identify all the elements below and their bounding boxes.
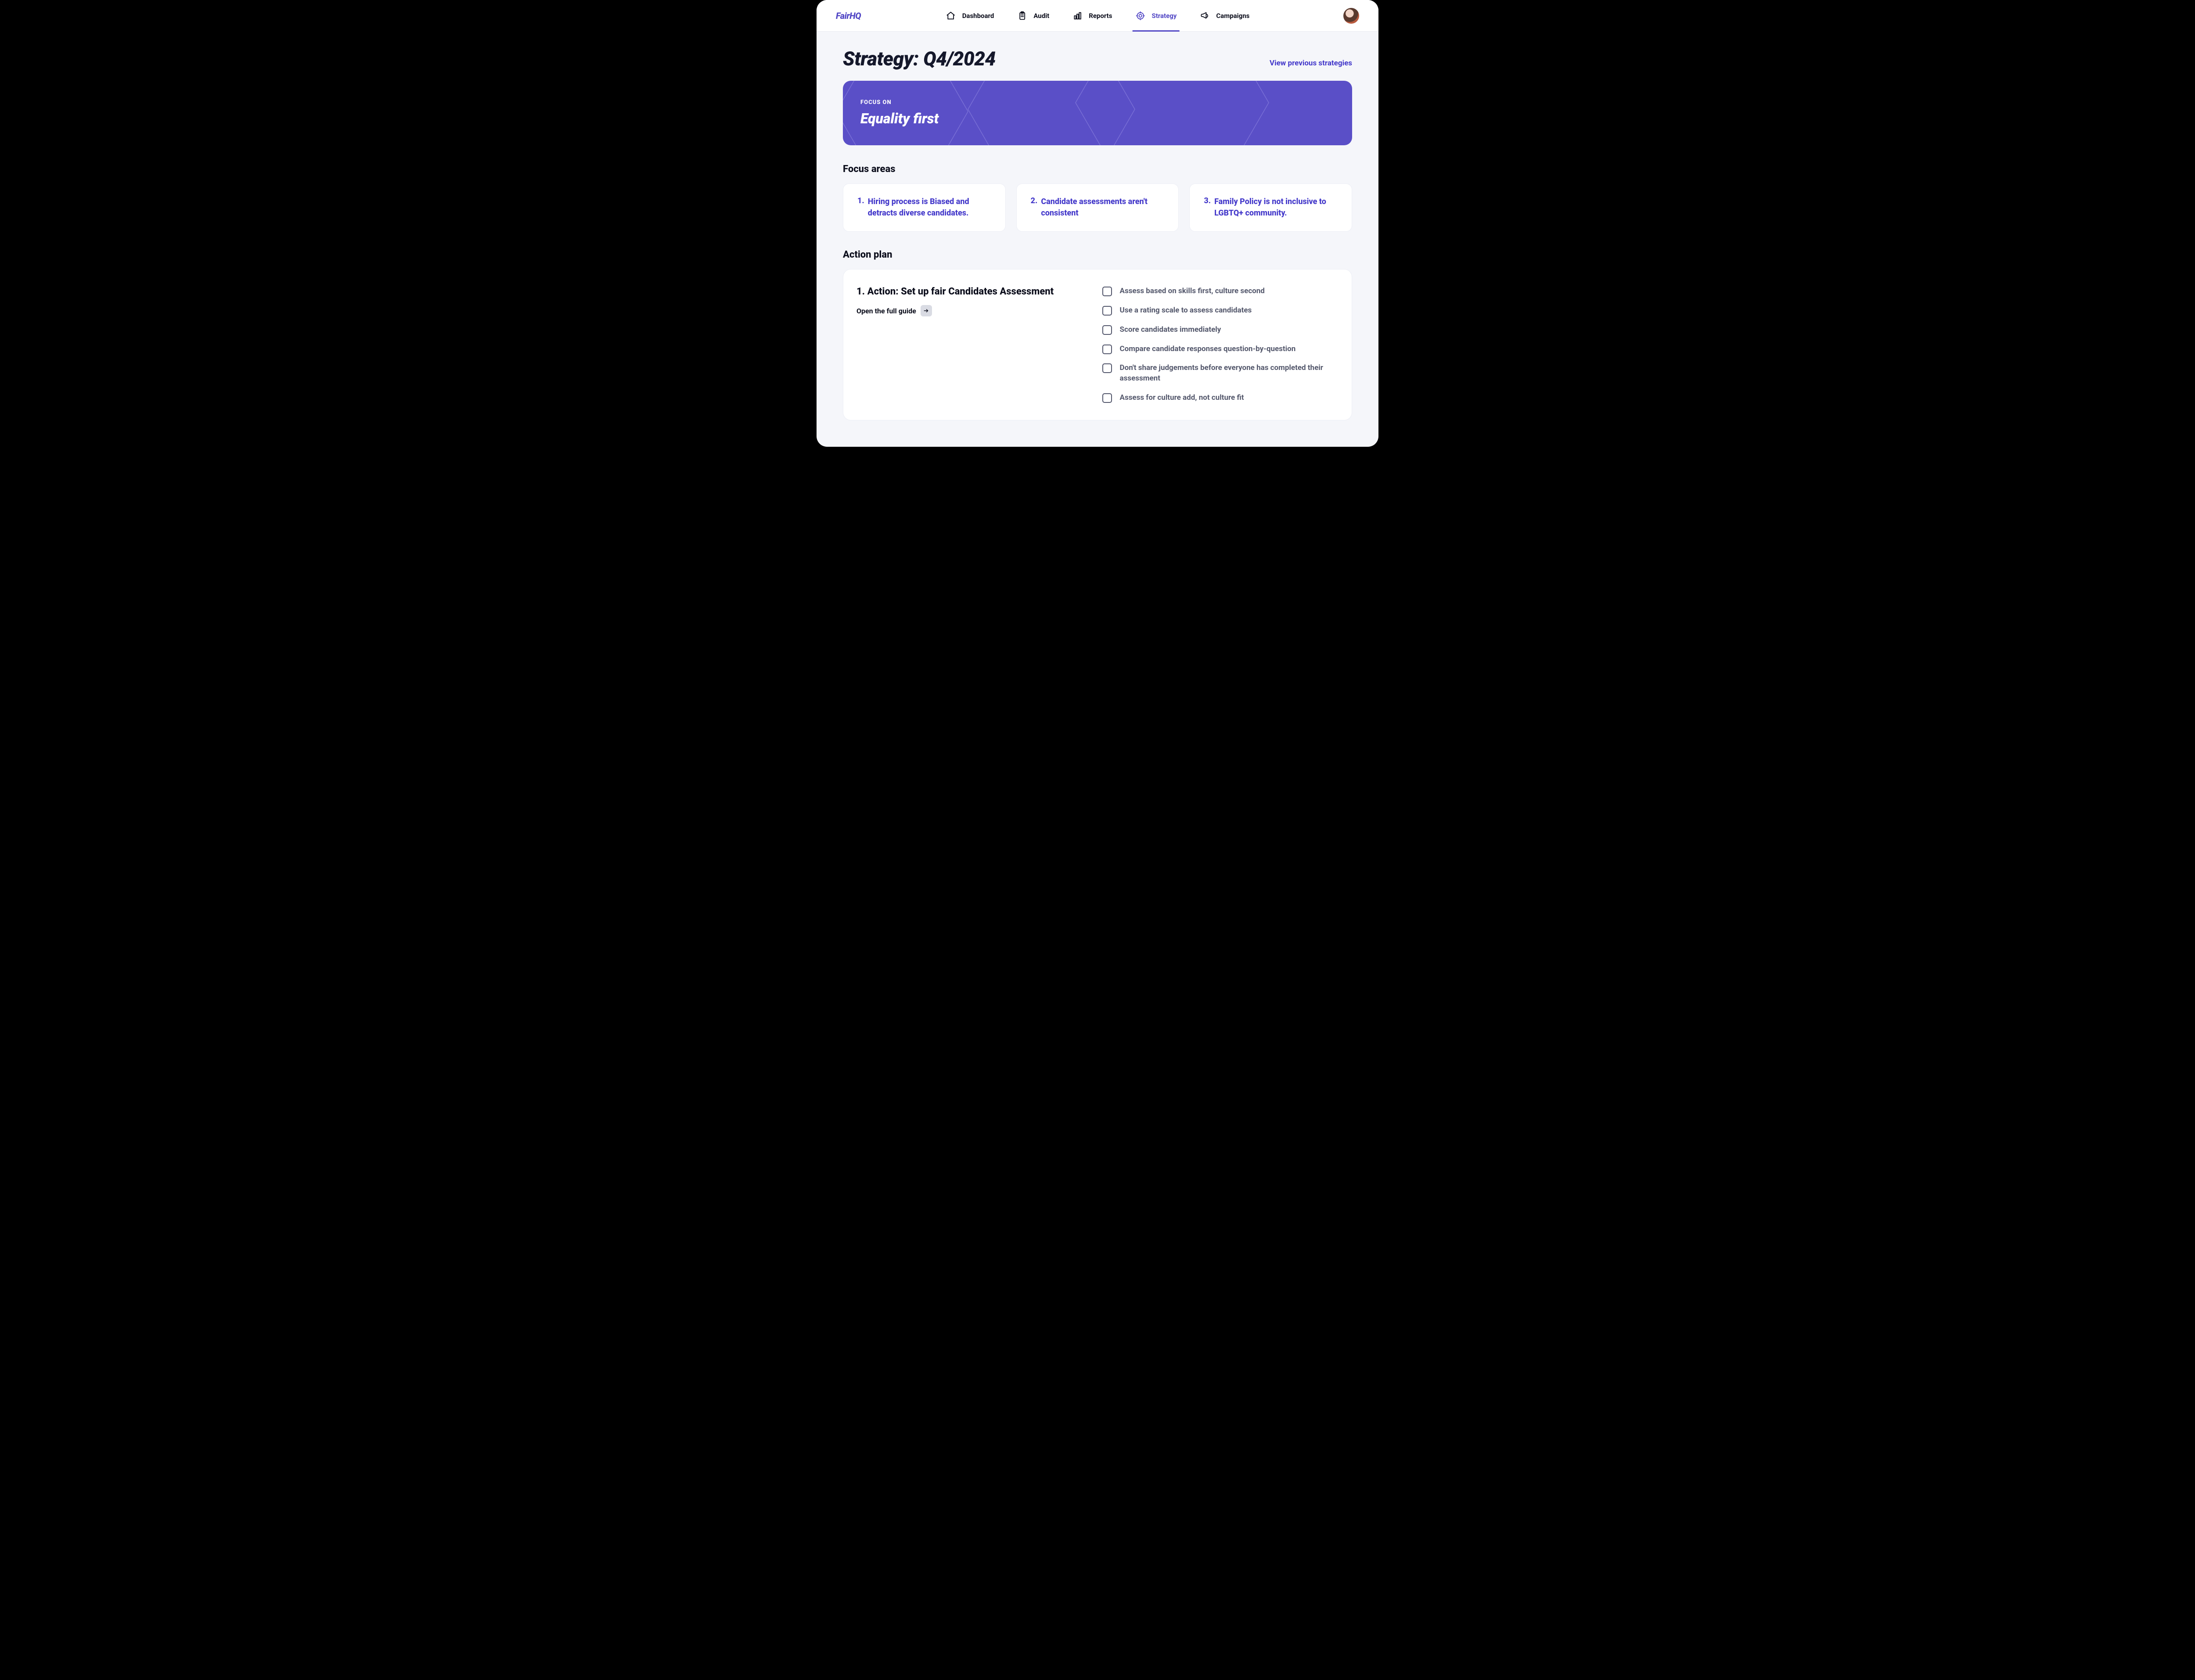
nav-campaigns[interactable]: Campaigns	[1199, 0, 1249, 32]
checklist-label: Use a rating scale to assess candidates	[1120, 305, 1252, 316]
focus-text: Candidate assessments aren't consistent	[1041, 196, 1164, 219]
checkbox[interactable]	[1102, 393, 1112, 403]
brand-logo: FairHQ	[836, 11, 861, 21]
checklist-label: Assess based on skills first, culture se…	[1120, 286, 1265, 297]
user-avatar[interactable]	[1343, 8, 1359, 24]
open-guide-label: Open the full guide	[856, 307, 916, 315]
checklist-label: Compare candidate responses question-by-…	[1120, 344, 1296, 355]
page-title: Strategy: Q4/2024	[843, 47, 996, 70]
action-checklist: Assess based on skills first, culture se…	[1102, 286, 1333, 403]
checklist-item: Assess based on skills first, culture se…	[1102, 286, 1333, 297]
checklist-item: Don't share judgements before everyone h…	[1102, 363, 1333, 384]
focus-num: 1.	[857, 196, 864, 219]
megaphone-icon	[1199, 11, 1210, 21]
focus-card[interactable]: 3. Family Policy is not inclusive to LGB…	[1189, 183, 1352, 232]
main-content: Strategy: Q4/2024 View previous strategi…	[817, 32, 1378, 447]
checklist-item: Use a rating scale to assess candidates	[1102, 305, 1333, 316]
nav-reports[interactable]: Reports	[1072, 0, 1112, 32]
action-card: 1. Action: Set up fair Candidates Assess…	[843, 269, 1352, 420]
checklist-label: Don't share judgements before everyone h…	[1120, 363, 1333, 384]
checkbox[interactable]	[1102, 287, 1112, 296]
checklist-item: Assess for culture add, not culture fit	[1102, 393, 1333, 403]
nav-label: Campaigns	[1216, 12, 1249, 20]
main-nav: Dashboard Audit Reports Strategy	[946, 0, 1250, 32]
action-title: 1. Action: Set up fair Candidates Assess…	[856, 286, 1076, 297]
focus-num: 2.	[1031, 196, 1038, 219]
nav-label: Strategy	[1151, 12, 1177, 20]
focus-areas-title: Focus areas	[843, 164, 1352, 175]
checklist-item: Score candidates immediately	[1102, 325, 1333, 335]
action-plan-title: Action plan	[843, 249, 1352, 260]
target-icon	[1135, 11, 1145, 21]
checklist-item: Compare candidate responses question-by-…	[1102, 344, 1333, 355]
focus-banner: FOCUS ON Equality first	[843, 81, 1352, 145]
nav-label: Dashboard	[962, 12, 994, 20]
clipboard-icon	[1017, 11, 1027, 21]
bar-chart-icon	[1072, 11, 1083, 21]
nav-strategy[interactable]: Strategy	[1135, 0, 1177, 32]
nav-audit[interactable]: Audit	[1017, 0, 1049, 32]
checkbox[interactable]	[1102, 345, 1112, 354]
focus-text: Family Policy is not inclusive to LGBTQ+…	[1214, 196, 1338, 219]
focus-card[interactable]: 2. Candidate assessments aren't consiste…	[1016, 183, 1179, 232]
view-previous-link[interactable]: View previous strategies	[1270, 59, 1352, 68]
arrow-right-icon	[921, 305, 932, 316]
open-guide-link[interactable]: Open the full guide	[856, 305, 1076, 316]
checkbox[interactable]	[1102, 325, 1112, 335]
checkbox[interactable]	[1102, 306, 1112, 316]
checkbox[interactable]	[1102, 363, 1112, 373]
banner-headline: Equality first	[860, 110, 1335, 127]
focus-text: Hiring process is Biased and detracts di…	[868, 196, 991, 219]
header: FairHQ Dashboard Audit Reports	[817, 0, 1378, 32]
nav-label: Audit	[1033, 12, 1049, 20]
checklist-label: Score candidates immediately	[1120, 325, 1221, 335]
nav-label: Reports	[1089, 12, 1112, 20]
checklist-label: Assess for culture add, not culture fit	[1120, 393, 1244, 403]
focus-areas: 1. Hiring process is Biased and detracts…	[843, 183, 1352, 232]
banner-eyebrow: FOCUS ON	[860, 99, 1335, 106]
nav-dashboard[interactable]: Dashboard	[946, 0, 994, 32]
focus-num: 3.	[1204, 196, 1211, 219]
focus-card[interactable]: 1. Hiring process is Biased and detracts…	[843, 183, 1006, 232]
home-icon	[946, 11, 956, 21]
